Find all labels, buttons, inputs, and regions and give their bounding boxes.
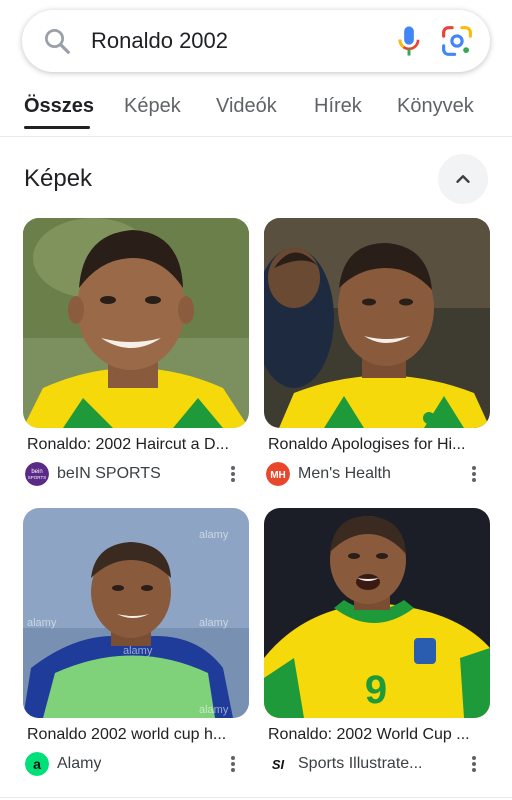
- result-image[interactable]: [264, 218, 490, 428]
- tab-images[interactable]: Képek: [124, 88, 181, 124]
- result-title[interactable]: Ronaldo: 2002 World Cup ...: [268, 724, 492, 746]
- search-icon[interactable]: [42, 26, 72, 56]
- result-title[interactable]: Ronaldo Apologises for Hi...: [268, 434, 492, 456]
- more-vert-icon[interactable]: [468, 752, 480, 776]
- search-tabs: Összes Képek Videók Hírek Könyvek: [0, 88, 512, 132]
- watermark: alamy: [199, 529, 229, 541]
- result-image[interactable]: 9: [264, 508, 490, 718]
- tab-videos[interactable]: Videók: [216, 88, 277, 124]
- bottom-divider: [0, 797, 512, 798]
- microphone-icon[interactable]: [394, 24, 424, 58]
- watermark: alamy: [27, 617, 57, 629]
- tabs-divider: [0, 136, 512, 137]
- chevron-up-icon: [456, 175, 470, 183]
- watermark: alamy: [199, 617, 229, 629]
- jersey-number: 9: [365, 668, 387, 712]
- result-title[interactable]: Ronaldo: 2002 Haircut a D...: [27, 434, 251, 456]
- result-source: Men's Health: [298, 465, 391, 482]
- result-source: beIN SPORTS: [57, 465, 161, 482]
- tab-news[interactable]: Hírek: [314, 88, 362, 124]
- collapse-button[interactable]: [438, 154, 488, 204]
- tab-all[interactable]: Összes: [24, 88, 94, 124]
- result-image[interactable]: alamy alamy alamy alamy alamy: [23, 508, 249, 718]
- active-tab-indicator: [24, 126, 90, 129]
- sports-illustrated-logo: SI: [266, 752, 290, 776]
- svg-text:a: a: [33, 756, 41, 772]
- result-source: Alamy: [57, 755, 102, 772]
- mens-health-logo: MH: [266, 462, 290, 486]
- result-source: Sports Illustrate...: [298, 755, 423, 772]
- bein-sports-logo: bein SPORTS: [25, 462, 49, 486]
- google-lens-icon[interactable]: [440, 24, 474, 58]
- search-input[interactable]: Ronaldo 2002: [91, 26, 228, 56]
- svg-text:SPORTS: SPORTS: [28, 475, 46, 480]
- result-title[interactable]: Ronaldo 2002 world cup h...: [27, 724, 251, 746]
- watermark: alamy: [123, 645, 153, 657]
- result-image[interactable]: [23, 218, 249, 428]
- watermark: alamy: [199, 704, 229, 716]
- section-title: Képek: [24, 165, 93, 192]
- svg-text:SI: SI: [272, 757, 285, 772]
- more-vert-icon[interactable]: [227, 462, 239, 486]
- svg-text:MH: MH: [270, 470, 286, 481]
- more-vert-icon[interactable]: [468, 462, 480, 486]
- tab-books[interactable]: Könyvek: [397, 88, 474, 124]
- more-vert-icon[interactable]: [227, 752, 239, 776]
- alamy-logo: a: [25, 752, 49, 776]
- search-bar[interactable]: Ronaldo 2002: [22, 10, 490, 72]
